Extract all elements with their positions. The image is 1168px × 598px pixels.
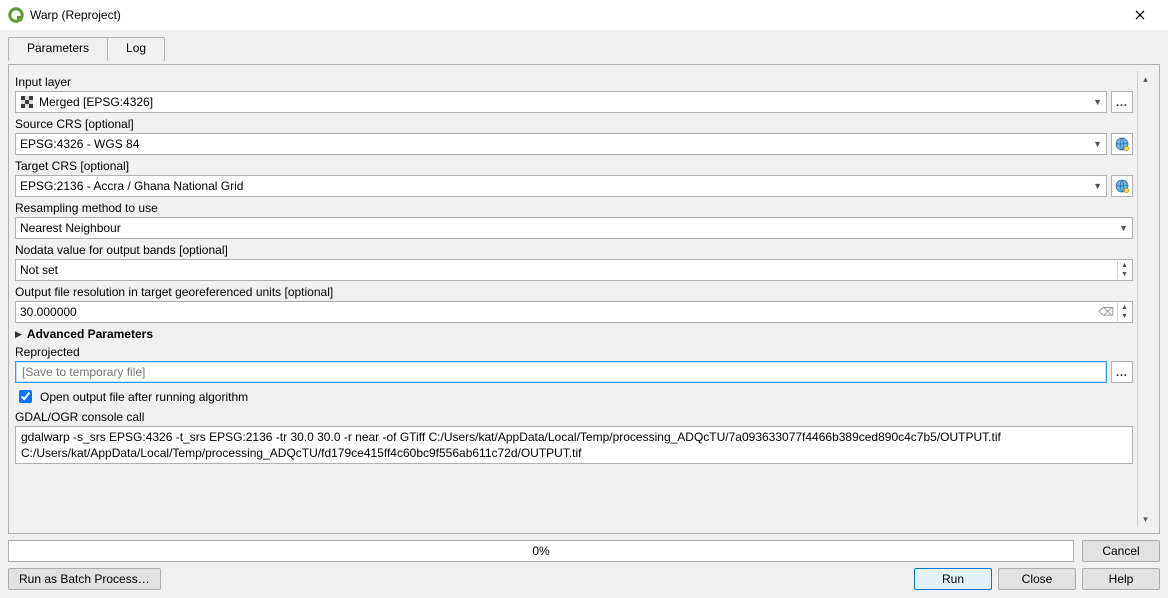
advanced-parameters-toggle[interactable]: ▶ Advanced Parameters <box>15 327 1133 341</box>
progress-bar: 0% <box>8 540 1074 562</box>
source-crs-value: EPSG:4326 - WGS 84 <box>20 137 139 151</box>
out-res-input[interactable]: 30.000000 ⌫ ▲ ▼ <box>15 301 1133 323</box>
spin-up-icon[interactable]: ▲ <box>1117 303 1131 312</box>
parameters-panel: Input layer Merged [EPSG:4326] ▼ <box>15 71 1137 527</box>
console-call-text[interactable]: gdalwarp -s_srs EPSG:4326 -t_srs EPSG:21… <box>15 426 1133 464</box>
nodata-value: Not set <box>20 263 58 277</box>
label-out-res: Output file resolution in target georefe… <box>15 285 1133 299</box>
chevron-down-icon: ▼ <box>1093 139 1102 149</box>
tab-log[interactable]: Log <box>107 37 165 61</box>
spin-down-icon[interactable]: ▼ <box>1117 312 1131 321</box>
label-nodata: Nodata value for output bands [optional] <box>15 243 1133 257</box>
run-batch-button[interactable]: Run as Batch Process… <box>8 568 161 590</box>
triangle-right-icon: ▶ <box>15 329 22 340</box>
reprojected-output-field[interactable] <box>20 364 1102 380</box>
label-target-crs: Target CRS [optional] <box>15 159 1133 173</box>
dialog-footer: 0% Cancel Run as Batch Process… Run Clos… <box>8 538 1160 590</box>
reprojected-browse-button[interactable]: … <box>1111 361 1133 383</box>
label-input-layer: Input layer <box>15 75 1133 89</box>
label-reprojected: Reprojected <box>15 345 1133 359</box>
tab-bar: Parameters Log <box>8 36 1160 60</box>
label-resampling: Resampling method to use <box>15 201 1133 215</box>
scroll-up-icon[interactable]: ▴ <box>1139 72 1153 86</box>
select-source-crs-button[interactable] <box>1111 133 1133 155</box>
spin-up-icon[interactable]: ▲ <box>1117 261 1131 270</box>
run-button[interactable]: Run <box>914 568 992 590</box>
dialog-body: Parameters Log Input layer M <box>0 30 1168 598</box>
input-layer-browse-button[interactable]: … <box>1111 91 1133 113</box>
chevron-down-icon: ▼ <box>1119 223 1128 233</box>
label-console: GDAL/OGR console call <box>15 410 1133 424</box>
window-title: Warp (Reproject) <box>30 8 1120 22</box>
resampling-value: Nearest Neighbour <box>20 221 121 235</box>
reprojected-output-input[interactable] <box>15 361 1107 383</box>
window-close-button[interactable] <box>1120 0 1160 30</box>
open-output-checkbox[interactable] <box>19 390 32 403</box>
scroll-down-icon[interactable]: ▾ <box>1139 512 1153 526</box>
clear-icon[interactable]: ⌫ <box>1098 306 1114 319</box>
raster-layer-icon <box>20 95 34 109</box>
source-crs-combo[interactable]: EPSG:4326 - WGS 84 ▼ <box>15 133 1107 155</box>
open-output-label: Open output file after running algorithm <box>40 390 248 404</box>
input-layer-value: Merged [EPSG:4326] <box>39 95 153 109</box>
out-res-value: 30.000000 <box>20 305 77 319</box>
nodata-input[interactable]: Not set ▲ ▼ <box>15 259 1133 281</box>
globe-icon <box>1114 136 1130 152</box>
chevron-down-icon: ▼ <box>1093 181 1102 191</box>
tab-content: Input layer Merged [EPSG:4326] ▼ <box>8 64 1160 534</box>
chevron-down-icon: ▼ <box>1093 97 1102 107</box>
close-button[interactable]: Close <box>998 568 1076 590</box>
globe-icon <box>1114 178 1130 194</box>
advanced-parameters-label: Advanced Parameters <box>27 327 153 341</box>
warp-dialog: Warp (Reproject) Parameters Log Input la… <box>0 0 1168 598</box>
select-target-crs-button[interactable] <box>1111 175 1133 197</box>
label-source-crs: Source CRS [optional] <box>15 117 1133 131</box>
target-crs-combo[interactable]: EPSG:2136 - Accra / Ghana National Grid … <box>15 175 1107 197</box>
input-layer-combo[interactable]: Merged [EPSG:4326] ▼ <box>15 91 1107 113</box>
qgis-icon <box>8 7 24 23</box>
progress-text: 0% <box>532 544 549 558</box>
spin-down-icon[interactable]: ▼ <box>1117 270 1131 279</box>
tab-parameters[interactable]: Parameters <box>8 37 108 61</box>
title-bar: Warp (Reproject) <box>0 0 1168 30</box>
vertical-scrollbar[interactable]: ▴ ▾ <box>1137 71 1153 527</box>
help-button[interactable]: Help <box>1082 568 1160 590</box>
resampling-combo[interactable]: Nearest Neighbour ▼ <box>15 217 1133 239</box>
target-crs-value: EPSG:2136 - Accra / Ghana National Grid <box>20 179 243 193</box>
cancel-button[interactable]: Cancel <box>1082 540 1160 562</box>
